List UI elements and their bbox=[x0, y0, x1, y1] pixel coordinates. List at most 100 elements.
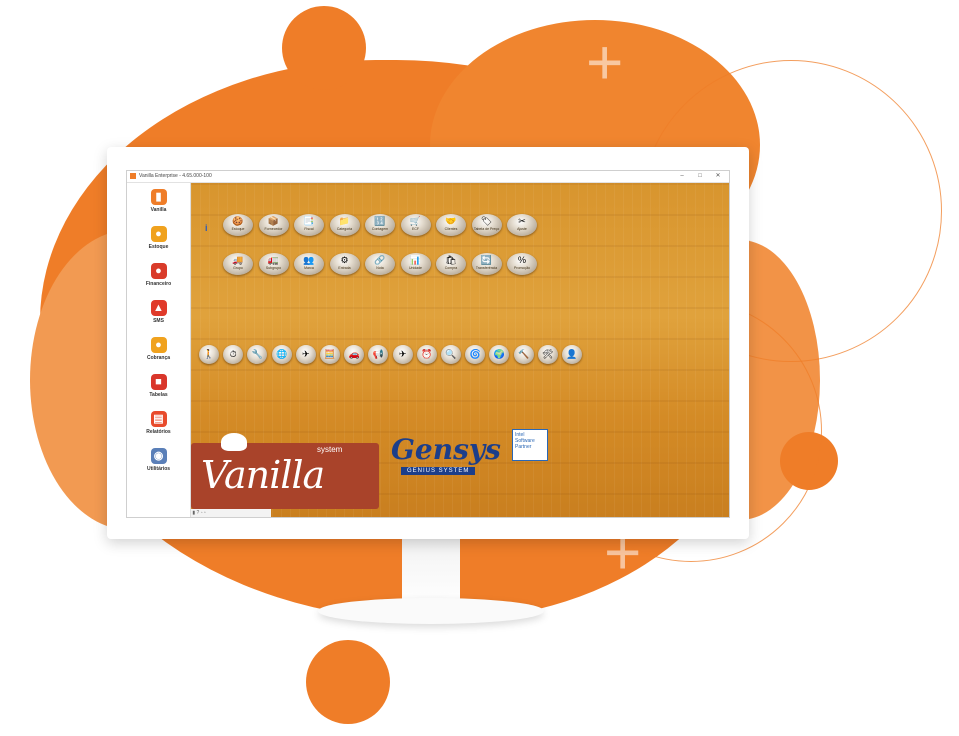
module-button[interactable]: 👥 Marca bbox=[294, 253, 324, 275]
window-title: Vanilla Enterprise - 4.65.000-100 bbox=[139, 173, 212, 179]
module-label: Transferência bbox=[475, 266, 498, 270]
module-button[interactable]: 🔗 Nota bbox=[365, 253, 395, 275]
sidebar-item-utilitários[interactable]: ◉ Utilitários bbox=[127, 448, 190, 484]
module-icon: 🛍 bbox=[445, 255, 457, 265]
sidebar-item-label: Utilitários bbox=[146, 466, 171, 472]
module-label: Tabela de Preço bbox=[473, 227, 500, 231]
module-button[interactable]: 🚚 Grupo bbox=[223, 253, 253, 275]
module-button[interactable]: 📑 Fiscal bbox=[294, 214, 324, 236]
module-button[interactable]: 🛒 ECF bbox=[400, 214, 431, 236]
module-label: Entrada bbox=[338, 266, 351, 270]
module-icon: 📊 bbox=[409, 255, 422, 265]
module-button[interactable]: 📁 Categoria bbox=[329, 214, 360, 236]
module-button[interactable]: 🔢 Contagem bbox=[365, 214, 395, 236]
monitor-stand-neck bbox=[402, 536, 460, 606]
module-button[interactable]: 🔄 Transferência bbox=[471, 253, 502, 275]
tool-button[interactable]: 🔨 bbox=[513, 345, 534, 364]
vanilla-logo: system Vanilla bbox=[191, 433, 379, 509]
module-button[interactable]: 🚛 Subgrupo bbox=[258, 253, 289, 275]
sidebar-item-label: Estoque bbox=[148, 244, 169, 250]
gensys-tagline: GENIUS SYSTEM bbox=[401, 467, 476, 475]
tool-button[interactable]: ⏱ bbox=[223, 345, 244, 364]
module-label: ECF bbox=[412, 227, 419, 231]
tool-button[interactable]: ✈ bbox=[295, 345, 316, 364]
vanilla-wordmark: Vanilla bbox=[201, 453, 325, 497]
app-icon bbox=[130, 173, 136, 179]
module-button[interactable]: ✂ Ajuste bbox=[507, 214, 537, 236]
sidebar-item-relatórios[interactable]: ▤ Relatórios bbox=[127, 411, 190, 447]
title-bar: Vanilla Enterprise - 4.65.000-100 – □ ✕ bbox=[127, 171, 729, 183]
sidebar-item-vanilla[interactable]: ▮ Vanilla bbox=[127, 189, 190, 225]
tool-button[interactable]: 🚗 bbox=[344, 345, 365, 364]
reports-icon: ▤ bbox=[150, 411, 167, 427]
finance-icon: ● bbox=[150, 263, 167, 279]
module-icon: ⚙ bbox=[340, 255, 349, 265]
module-label: Categoria bbox=[336, 227, 353, 231]
sidebar-item-label: SMS bbox=[153, 318, 164, 324]
module-label: Grupo bbox=[233, 266, 243, 270]
module-button[interactable]: 📊 Unidade bbox=[400, 253, 431, 275]
module-icon: 🔄 bbox=[480, 255, 493, 265]
tool-button[interactable]: 🌍 bbox=[489, 345, 510, 364]
sidebar-item-label: Cobrança bbox=[146, 355, 171, 361]
sidebar-item-estoque[interactable]: ● Estoque bbox=[127, 226, 190, 262]
module-icon: 🍪 bbox=[232, 216, 244, 226]
close-button[interactable]: ✕ bbox=[711, 171, 725, 182]
tool-button[interactable]: 🛠 bbox=[537, 345, 558, 364]
stock-icon: ● bbox=[150, 226, 167, 242]
info-icon[interactable]: i bbox=[205, 223, 208, 233]
module-icon: % bbox=[517, 255, 526, 265]
module-label: Contagem bbox=[371, 227, 389, 231]
tool-button[interactable]: 🧮 bbox=[320, 345, 340, 364]
bg-circle-top bbox=[282, 6, 366, 90]
module-icon: 🚛 bbox=[267, 255, 280, 265]
minimize-button[interactable]: – bbox=[675, 171, 689, 182]
module-icon: 🤝 bbox=[445, 216, 457, 226]
module-label: Marca bbox=[304, 266, 314, 270]
utilities-icon: ◉ bbox=[150, 448, 167, 464]
sidebar-item-sms[interactable]: ▲ SMS bbox=[127, 300, 190, 336]
sidebar-item-label: Relatórios bbox=[146, 429, 171, 435]
module-button[interactable]: ⚙ Entrada bbox=[329, 253, 360, 275]
module-label: Compra bbox=[444, 266, 458, 270]
tool-button[interactable]: 👤 bbox=[562, 345, 582, 364]
tool-button[interactable]: 🔧 bbox=[247, 345, 268, 364]
app-window: Vanilla Enterprise - 4.65.000-100 – □ ✕ … bbox=[126, 170, 730, 518]
sidebar-item-label: Vanilla bbox=[150, 207, 167, 213]
maximize-button[interactable]: □ bbox=[693, 171, 707, 182]
tool-button[interactable]: ✈ bbox=[392, 345, 413, 364]
bg-circle-bottom bbox=[306, 640, 390, 724]
module-label: Ajuste bbox=[517, 227, 527, 231]
sidebar-item-tabelas[interactable]: ■ Tabelas bbox=[127, 374, 190, 410]
module-icon: 📁 bbox=[338, 216, 351, 226]
module-button[interactable]: 🛍 Compra bbox=[436, 253, 466, 275]
module-button[interactable]: % Promoção bbox=[507, 253, 537, 275]
module-icon: 🏷 bbox=[480, 216, 493, 226]
module-label: Estoque bbox=[231, 227, 245, 231]
sidebar-item-financeiro[interactable]: ● Financeiro bbox=[127, 263, 190, 299]
module-label: Unidade bbox=[408, 266, 423, 270]
tool-button[interactable]: 🌐 bbox=[271, 345, 292, 364]
module-button[interactable]: 🤝 Clientes bbox=[436, 214, 466, 236]
tool-button[interactable]: ⏰ bbox=[416, 345, 437, 364]
billing-icon: ● bbox=[150, 337, 167, 353]
rocket-icon: ▲ bbox=[150, 300, 167, 316]
module-label: Fornecedor bbox=[264, 227, 283, 231]
module-button[interactable]: 🏷 Tabela de Preço bbox=[471, 214, 502, 236]
module-icon: 📦 bbox=[267, 216, 280, 226]
tool-button[interactable]: 🔍 bbox=[441, 345, 461, 364]
taskbar: ▮ ? ◦ ▫ bbox=[191, 509, 271, 517]
module-icon: 🔗 bbox=[374, 255, 386, 265]
module-icon: ✂ bbox=[518, 216, 526, 226]
plus-icon: + bbox=[586, 26, 624, 98]
module-button[interactable]: 📦 Fornecedor bbox=[258, 214, 289, 236]
tool-button[interactable]: 📢 bbox=[368, 345, 389, 364]
module-label: Fiscal bbox=[304, 227, 314, 231]
module-button[interactable]: 🍪 Estoque bbox=[223, 214, 253, 236]
tool-button[interactable]: 🌀 bbox=[465, 345, 486, 364]
intel-partner-badge: Intel Software Partner bbox=[512, 429, 548, 461]
module-icon: 🔢 bbox=[374, 216, 386, 226]
sidebar-item-cobrança[interactable]: ● Cobrança bbox=[127, 337, 190, 373]
tool-button[interactable]: 🚶 bbox=[199, 345, 219, 364]
module-icon: 🛒 bbox=[409, 216, 422, 226]
